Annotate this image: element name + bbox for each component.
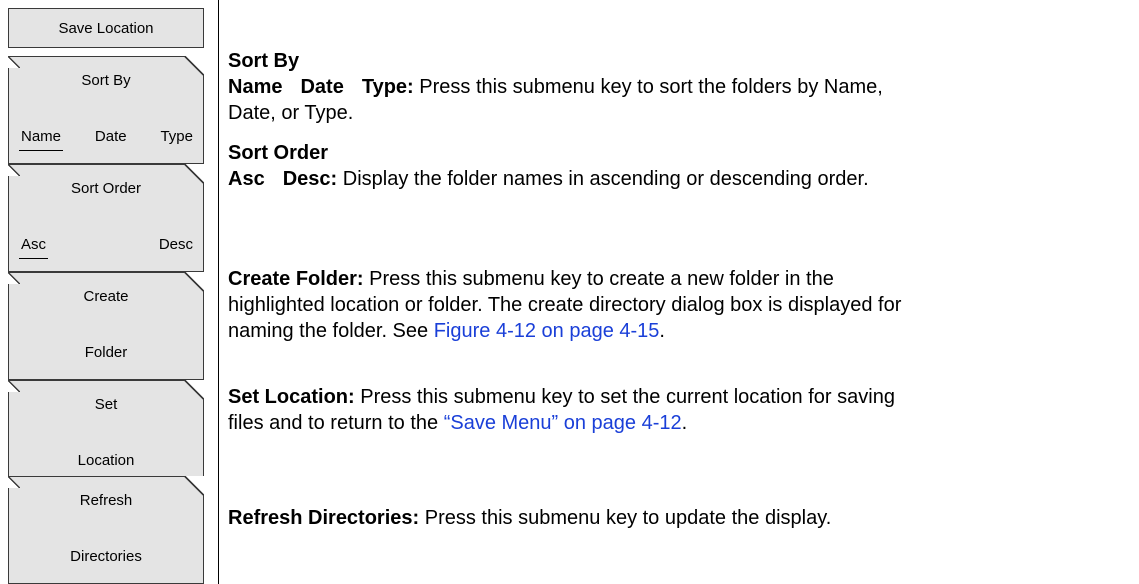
sort-by-text-line2: Date, or Type. <box>228 102 354 124</box>
divider-line <box>218 0 219 584</box>
sort-by-opt-date: Date <box>300 76 344 98</box>
sort-order-opt-desc: Desc: <box>282 168 338 190</box>
sort-order-key[interactable]: Sort Order Asc Desc <box>8 164 204 272</box>
set-location-key[interactable]: Set Location <box>8 380 204 488</box>
sort-by-text-line1: Press this submenu key to sort the folde… <box>419 76 883 98</box>
save-menu-link[interactable]: “Save Menu” on page 4-12 <box>444 412 682 434</box>
create-folder-line3: naming the folder. See <box>228 320 429 342</box>
sort-order-option-asc: Asc <box>18 236 49 259</box>
refresh-term: Refresh Directories: <box>228 507 420 529</box>
create-folder-key-line1: Create <box>83 288 129 305</box>
set-location-key-line2: Location <box>77 452 135 469</box>
figure-reference-link[interactable]: Figure 4-12 on page 4-15 <box>434 320 660 342</box>
set-location-period: . <box>681 412 688 434</box>
sort-order-description: Sort Order Asc Desc: Display the folder n… <box>228 140 869 192</box>
sort-order-options: Asc Desc <box>18 236 193 259</box>
refresh-key-line2: Directories <box>70 548 142 565</box>
sort-by-option-name: Name <box>18 128 64 151</box>
set-location-line1: Press this submenu key to set the curren… <box>360 386 895 408</box>
sort-by-heading: Sort By <box>228 50 300 72</box>
set-location-description: Set Location: Press this submenu key to … <box>228 384 895 436</box>
refresh-text: Press this submenu key to update the dis… <box>424 507 832 529</box>
menu-title: Save Location <box>8 8 204 48</box>
refresh-directories-key[interactable]: Refresh Directories <box>8 476 204 584</box>
sort-by-description: Sort By Name Date Type: Press this submenu… <box>228 48 883 126</box>
refresh-description: Refresh Directories: Press this submenu … <box>228 505 831 531</box>
create-folder-term: Create Folder: <box>228 268 364 290</box>
sort-order-option-desc: Desc <box>158 236 193 253</box>
sort-order-opt-asc: Asc <box>228 168 265 190</box>
sort-by-option-date: Date <box>94 128 127 145</box>
create-folder-period: . <box>659 320 665 342</box>
refresh-key-line1: Refresh <box>79 492 133 509</box>
set-location-line2: files and to return to the <box>228 412 439 434</box>
sort-by-key-label: Sort By <box>81 72 131 89</box>
sort-by-key[interactable]: Sort By Name Date Type <box>8 56 204 164</box>
create-folder-line2: highlighted location or folder. The crea… <box>228 294 902 316</box>
create-folder-key-line2: Folder <box>84 344 128 361</box>
set-location-key-line1: Set <box>94 396 118 413</box>
sort-order-heading: Sort Order <box>228 142 329 164</box>
sort-by-option-type: Type <box>160 128 193 145</box>
sort-by-opt-type: Type: <box>361 76 414 98</box>
create-folder-description: Create Folder: Press this submenu key to… <box>228 266 901 344</box>
sort-by-opt-name: Name <box>228 76 283 98</box>
sort-order-key-label: Sort Order <box>70 180 142 197</box>
set-location-term: Set Location: <box>228 386 355 408</box>
sort-by-options: Name Date Type <box>18 128 193 151</box>
create-folder-line1: Press this submenu key to create a new f… <box>369 268 834 290</box>
create-folder-key[interactable]: Create Folder <box>8 272 204 380</box>
sort-order-text: Display the folder names in ascending or… <box>342 168 869 190</box>
